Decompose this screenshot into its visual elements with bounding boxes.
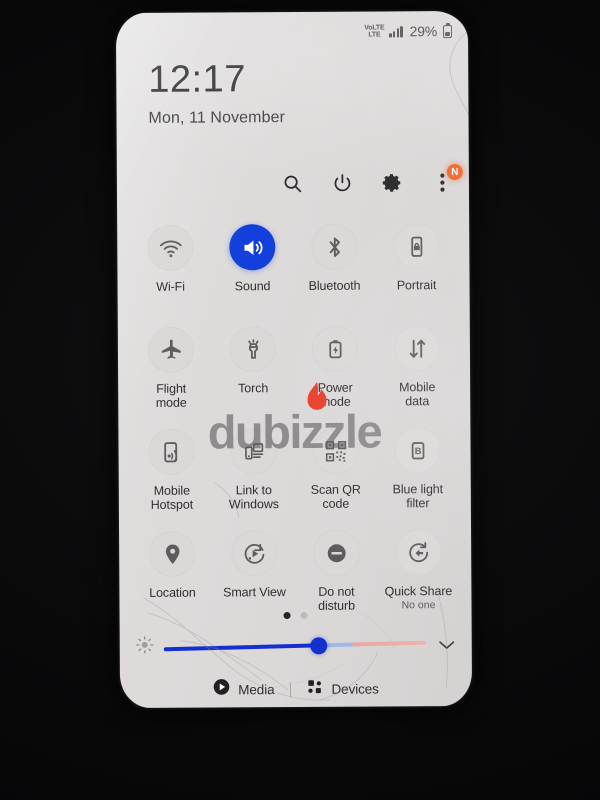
brightness-thumb[interactable] [309, 637, 327, 655]
bluetooth-icon[interactable] [311, 223, 358, 270]
quick-tile-label: Smart View [223, 585, 286, 600]
blue-light-icon[interactable]: B [394, 427, 441, 474]
quick-settings-header-actions: N [279, 163, 463, 196]
devices-button[interactable]: Devices [307, 678, 379, 699]
quick-tile-label: Location [149, 585, 196, 600]
quick-tile-do-not-disturb[interactable]: Do not disturb [295, 523, 378, 621]
brightness-row [136, 629, 458, 663]
devices-grid-icon [307, 678, 323, 699]
mobile-data-icon[interactable] [393, 325, 441, 372]
quick-tile-smart-view[interactable]: Smart View [213, 524, 296, 622]
screen-rotation-icon[interactable] [393, 223, 440, 270]
battery-power-icon[interactable] [311, 325, 359, 372]
chevron-down-icon[interactable] [436, 639, 458, 651]
sound-icon[interactable] [229, 224, 276, 271]
play-circle-icon [213, 678, 230, 700]
quick-tile-power-mode[interactable]: Power mode [294, 319, 377, 417]
quick-tile-quick-share[interactable]: Quick Share No one [377, 523, 460, 621]
clock-block: 12:17 Mon, 11 November [148, 58, 286, 128]
airplane-icon[interactable] [147, 326, 195, 373]
quick-tile-torch[interactable]: Torch [212, 320, 295, 418]
battery-percentage: 29% [409, 23, 438, 40]
signal-bars-icon [389, 25, 403, 37]
quick-tile-label: Mobile Hotspot [150, 483, 194, 512]
quick-tile-flight-mode[interactable]: Flight mode [130, 321, 213, 419]
quick-tile-label: Scan QR code [310, 482, 361, 511]
quick-tile-label: Bluetooth [308, 278, 361, 293]
page-dot[interactable] [300, 611, 308, 619]
quick-tile-mobile-hotspot[interactable]: Mobile Hotspot [130, 422, 213, 520]
quick-tile-location[interactable]: Location [131, 524, 214, 622]
footer-divider [290, 681, 292, 697]
phone-screen: VoLTE LTE 29% 12:17 Mon, 11 November N W… [115, 10, 473, 709]
svg-text:B: B [414, 446, 421, 456]
quick-tile-label: Link to Windows [228, 483, 279, 512]
power-icon[interactable] [329, 170, 355, 196]
battery-icon [442, 24, 453, 38]
smart-view-icon[interactable] [231, 530, 278, 577]
quick-settings-grid: Wi-Fi Sound Bluetooth Portrait Flight mode… [117, 217, 471, 623]
media-button[interactable]: Media [213, 678, 275, 700]
quick-tile-mobile-data[interactable]: Mobile data [376, 319, 459, 417]
media-label: Media [238, 681, 275, 697]
volte-indicator: VoLTE LTE [364, 24, 385, 39]
quick-share-icon[interactable] [395, 529, 442, 576]
quick-tile-link-to-windows[interactable]: Link to Windows [212, 422, 295, 520]
wifi-icon[interactable] [147, 224, 194, 271]
quick-tile-blue-light-filter[interactable]: B Blue light filter [376, 421, 459, 519]
quick-tile-wi-fi[interactable]: Wi-Fi [129, 219, 212, 317]
quick-tile-sound[interactable]: Sound [211, 218, 294, 316]
phone-photo: VoLTE LTE 29% 12:17 Mon, 11 November N W… [0, 0, 600, 800]
brightness-track [163, 640, 426, 652]
qr-code-icon[interactable] [312, 427, 359, 474]
brightness-icon [136, 635, 154, 658]
status-bar: VoLTE LTE 29% [116, 11, 468, 47]
gear-icon[interactable] [379, 169, 405, 195]
quick-tile-label: Flight mode [155, 381, 187, 410]
hotspot-icon[interactable] [148, 428, 195, 475]
quick-settings-footer: Media Devices [120, 671, 472, 707]
quick-tile-label: Torch [238, 381, 269, 396]
quick-tile-label: Quick Share [384, 584, 453, 599]
quick-tile-label: Power mode [317, 380, 353, 409]
quick-tile-label: Wi-Fi [156, 279, 185, 294]
quick-tile-bluetooth[interactable]: Bluetooth [293, 218, 376, 316]
clock-date: Mon, 11 November [148, 109, 286, 127]
clock-time: 12:17 [148, 58, 247, 101]
quick-tile-label: Do not disturb [318, 584, 355, 613]
more-options-icon[interactable]: N [429, 163, 463, 195]
quick-tile-scan-qr-code[interactable]: Scan QR code [294, 421, 377, 519]
devices-label: Devices [331, 680, 379, 697]
quick-tile-portrait[interactable]: Portrait [375, 217, 458, 315]
flashlight-icon[interactable] [229, 326, 277, 373]
quick-tile-label: Blue light filter [392, 482, 444, 511]
quick-tile-label: Sound [234, 279, 271, 294]
search-icon[interactable] [279, 170, 305, 196]
quick-tile-label: Portrait [396, 278, 437, 293]
link-windows-icon[interactable] [230, 428, 277, 475]
brightness-slider[interactable] [163, 636, 426, 656]
page-dot[interactable] [283, 612, 291, 620]
location-pin-icon[interactable] [149, 530, 196, 577]
notification-badge: N [446, 163, 463, 181]
quick-tile-sublabel: No one [401, 599, 436, 612]
quick-tile-label: Mobile data [399, 380, 436, 409]
do-not-disturb-icon[interactable] [313, 529, 360, 576]
